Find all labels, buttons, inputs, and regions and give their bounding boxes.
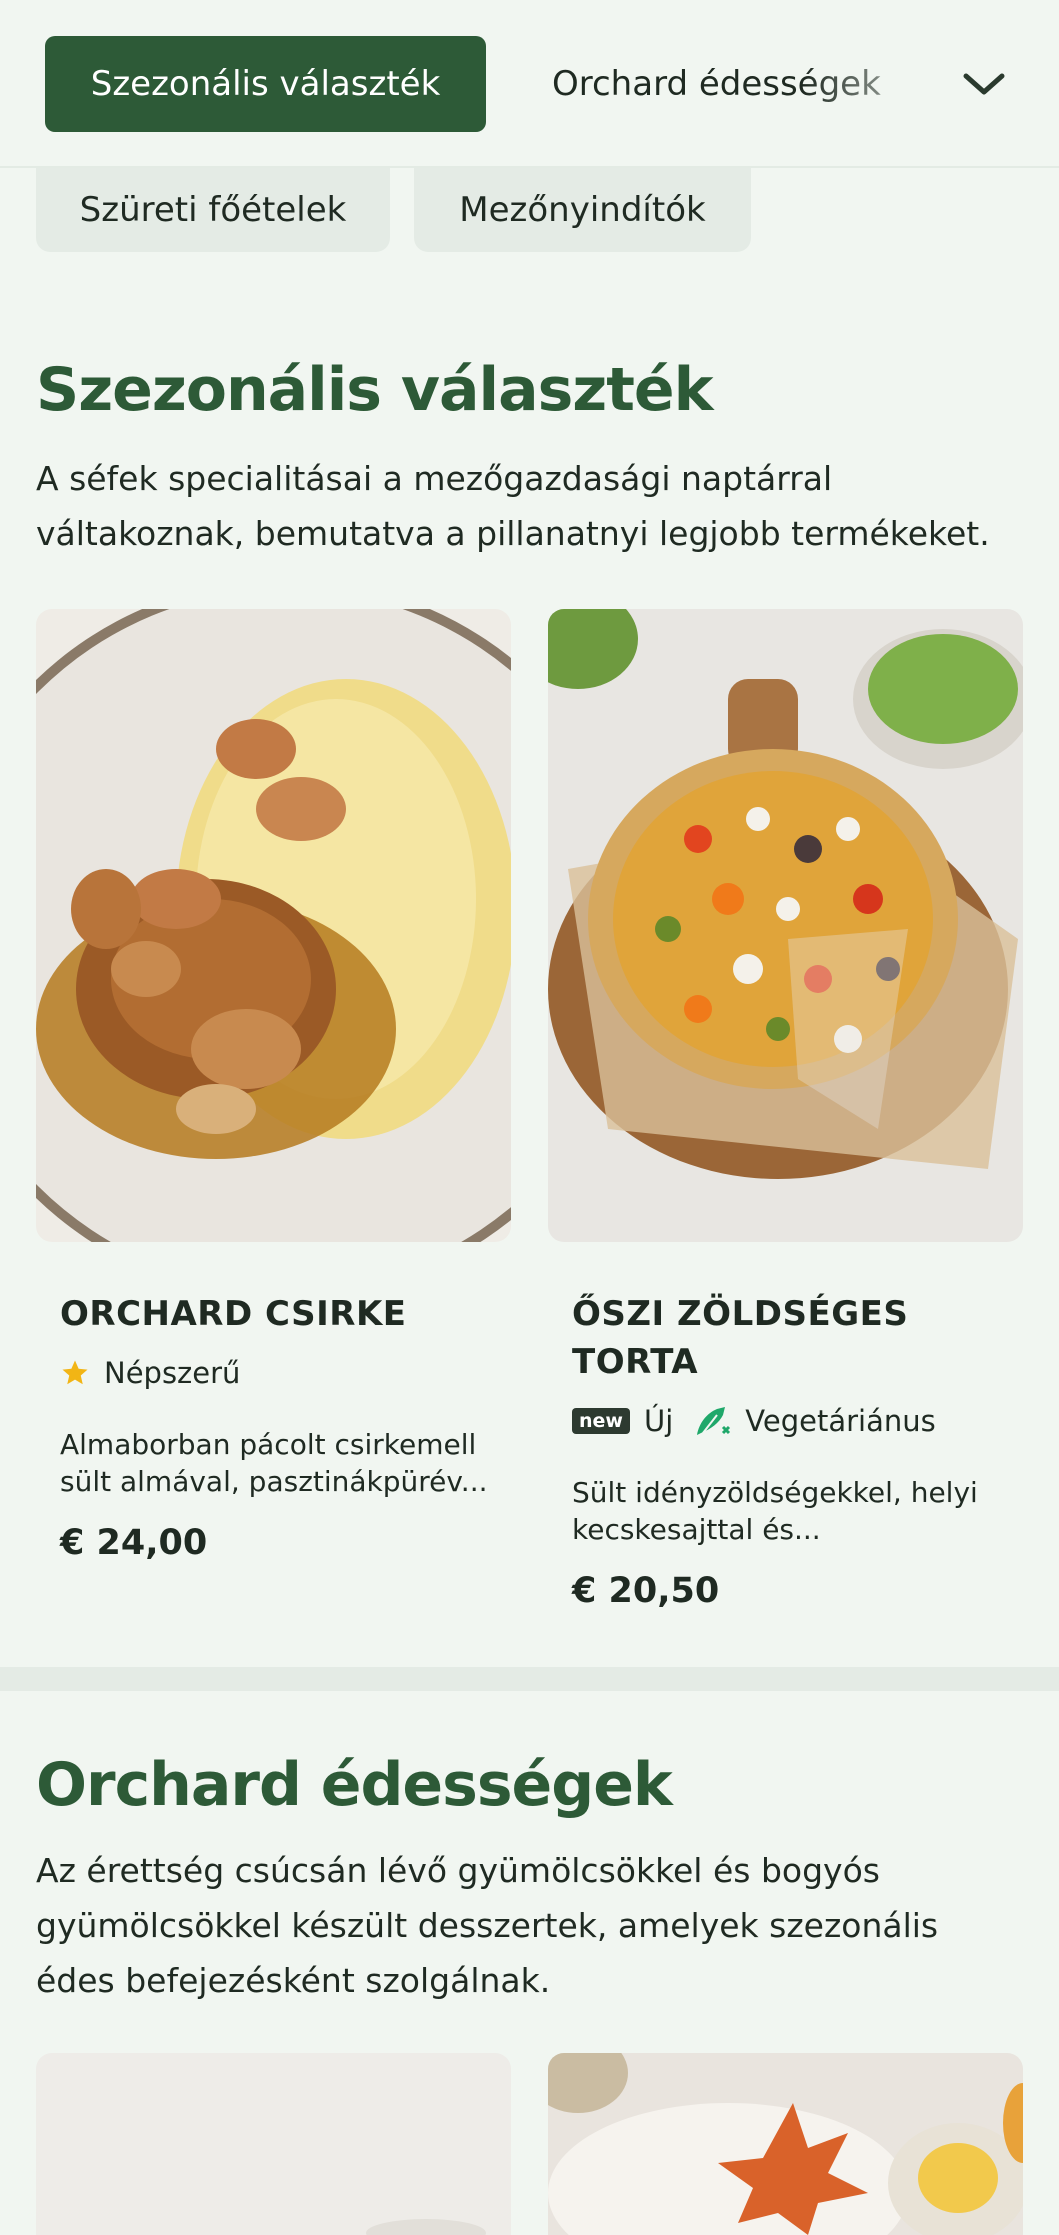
autumn-tart-image[interactable] xyxy=(548,609,1023,1242)
section-description-orchard-sweets: Az érettség csúcsán lévő gyümölcsökkel é… xyxy=(36,1851,939,2000)
item-price: € 20,50 xyxy=(572,1571,720,1611)
new-badge: new xyxy=(572,1408,630,1434)
item-price: € 24,00 xyxy=(60,1523,208,1563)
badge-new-label: Új xyxy=(643,1404,674,1438)
item-name-autumn-tart[interactable]: ŐSZI ZÖLDSÉGES TORTA xyxy=(572,1290,908,1386)
dessert-image-1[interactable] xyxy=(36,2053,511,2235)
tab-seasonal[interactable]: Szezonális választék xyxy=(45,36,486,132)
badge-popular: Népszerű xyxy=(60,1356,240,1390)
item-name-line: TORTA xyxy=(572,1342,699,1382)
item-description: Almaborban pácolt csirkemell sült almáva… xyxy=(60,1426,500,1500)
section-divider xyxy=(0,1667,1059,1691)
description-line: Sült idényzöldségekkel, helyi xyxy=(572,1476,978,1509)
chip-harvest-mains[interactable]: Szüreti főételek xyxy=(36,168,390,252)
chip-field-starters[interactable]: Mezőnyindítók xyxy=(414,168,751,252)
vegetarian-icon xyxy=(693,1403,733,1439)
item-description: Sült idényzöldségekkel, helyi kecskesajt… xyxy=(572,1474,1012,1548)
category-nav: Szezonális választék Orchard édességek xyxy=(0,0,1059,168)
badge-veg-label: Vegetáriánus xyxy=(745,1404,936,1438)
item-name-orchard-chicken[interactable]: ORCHARD CSIRKE xyxy=(60,1290,407,1338)
section-title-orchard-sweets: Orchard édességek xyxy=(36,1750,673,1820)
description-line: Almaborban pácolt csirkemell xyxy=(60,1428,477,1461)
section-title-seasonal: Szezonális választék xyxy=(36,355,713,425)
description-line: kecskesajttal és... xyxy=(572,1513,821,1546)
chevron-down-icon[interactable] xyxy=(960,60,1008,108)
description-line: sült almával, pasztinákpürév... xyxy=(60,1465,488,1498)
dessert-image-2[interactable] xyxy=(548,2053,1023,2235)
section-description-seasonal: A séfek specialitásai a mezőgazdasági na… xyxy=(36,459,990,553)
star-icon xyxy=(60,1358,90,1388)
orchard-chicken-image[interactable] xyxy=(36,609,511,1242)
badge-row: new Új Vegetáriánus xyxy=(572,1403,936,1439)
badge-label: Népszerű xyxy=(104,1356,241,1390)
tab-orchard-sweets[interactable]: Orchard édességek xyxy=(552,36,912,132)
item-name-line: ŐSZI ZÖLDSÉGES xyxy=(572,1294,909,1334)
